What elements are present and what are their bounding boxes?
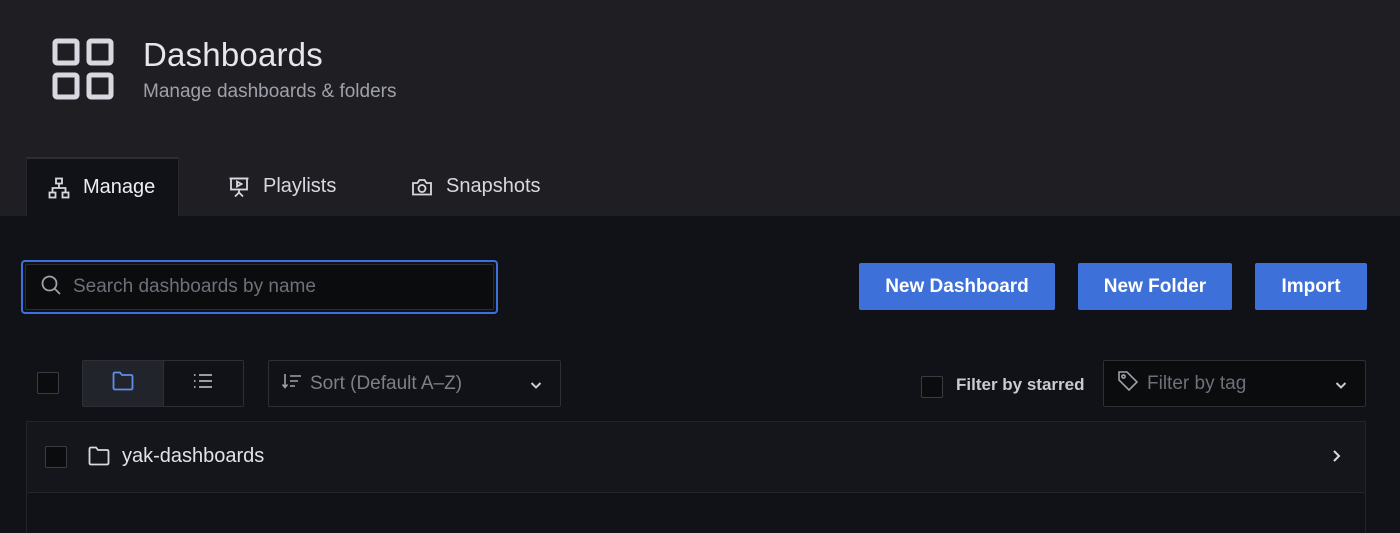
tab-playlists-label: Playlists (263, 175, 337, 197)
list-icon (193, 373, 213, 394)
page-title: Dashboards (143, 36, 323, 73)
tab-snapshots-label: Snapshots (446, 175, 541, 197)
presentation-icon (228, 176, 250, 198)
view-mode-toggle (82, 360, 244, 407)
chevron-down-icon (529, 376, 543, 398)
tag-filter-label: Filter by tag (1147, 372, 1247, 394)
page-subtitle: Manage dashboards & folders (143, 81, 397, 102)
apps-grid-icon (52, 38, 114, 100)
select-all-checkbox[interactable] (37, 372, 59, 394)
tab-snapshots[interactable]: Snapshots (411, 157, 541, 216)
folder-view-button[interactable] (83, 361, 164, 406)
list-view-button[interactable] (163, 361, 243, 406)
folder-icon (112, 371, 134, 396)
filter-starred-label: Filter by starred (956, 375, 1085, 394)
filter-starred-checkbox[interactable] (921, 376, 943, 398)
folder-icon (88, 446, 110, 471)
folder-name[interactable]: yak-dashboards (122, 445, 264, 468)
list-item (26, 493, 1366, 533)
tab-manage[interactable]: Manage (26, 157, 179, 216)
folder-row[interactable]: yak-dashboards (26, 421, 1366, 493)
chevron-right-icon[interactable] (1329, 448, 1343, 469)
camera-icon (411, 176, 433, 198)
page-header: Dashboards Manage dashboards & folders M… (0, 0, 1400, 216)
search-input[interactable] (71, 275, 475, 299)
tab-manage-label: Manage (83, 176, 156, 198)
tag-icon (1117, 370, 1139, 398)
chevron-down-icon (1334, 376, 1348, 398)
search-icon (40, 274, 62, 301)
tag-filter-select[interactable]: Filter by tag (1103, 360, 1366, 407)
import-button[interactable]: Import (1255, 263, 1367, 310)
sitemap-icon (48, 177, 70, 199)
search-field[interactable] (21, 260, 498, 314)
folder-checkbox[interactable] (45, 446, 67, 468)
tab-playlists[interactable]: Playlists (228, 157, 336, 216)
sort-icon (281, 372, 302, 396)
new-dashboard-button[interactable]: New Dashboard (859, 263, 1055, 310)
sort-label: Sort (Default A–Z) (310, 372, 463, 394)
sort-select[interactable]: Sort (Default A–Z) (268, 360, 561, 407)
new-folder-button[interactable]: New Folder (1078, 263, 1232, 310)
